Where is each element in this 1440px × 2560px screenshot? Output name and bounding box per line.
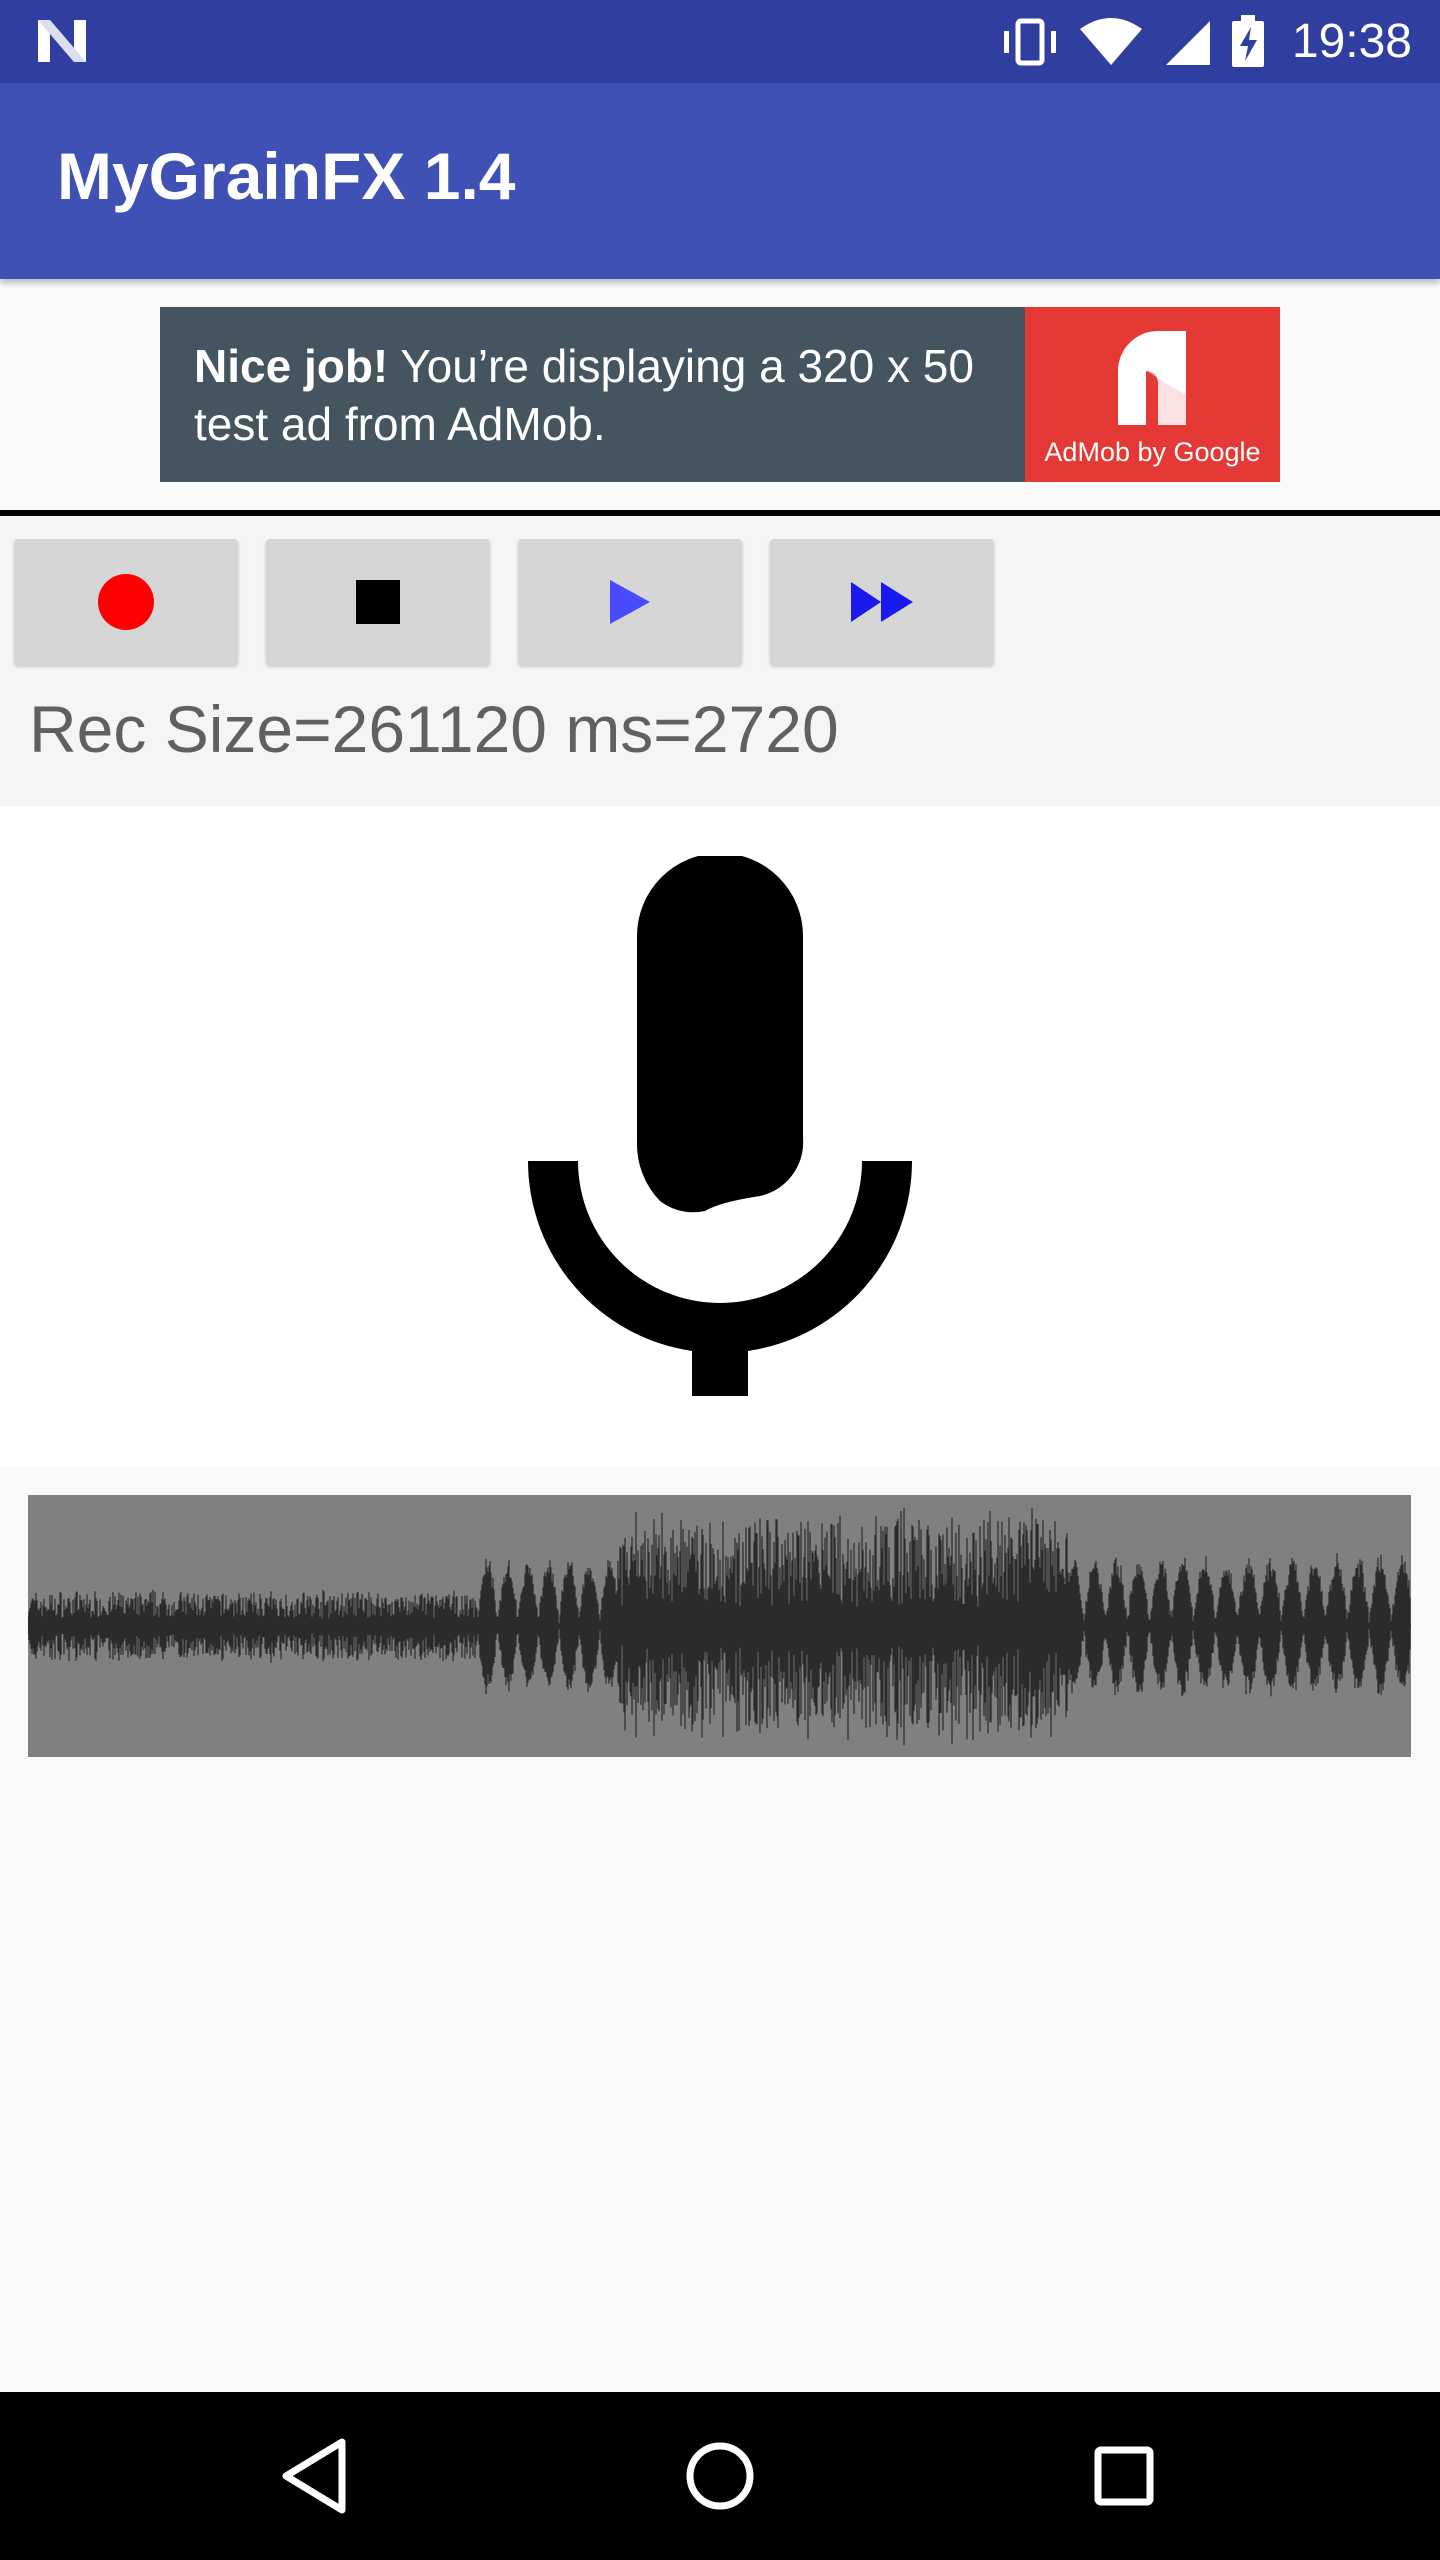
ad-text: Nice job! You’re displaying a 320 x 50 t… xyxy=(194,337,1014,453)
ad-brand-panel: AdMob by Google xyxy=(1025,307,1280,482)
app-bar: MyGrainFX 1.4 xyxy=(0,83,1440,279)
stop-square-icon xyxy=(356,580,400,624)
rec-info-text: Rec Size=261120 ms=2720 xyxy=(29,692,839,766)
fast-forward-icon xyxy=(851,582,913,622)
controls-panel: Rec Size=261120 ms=2720 xyxy=(0,516,1440,806)
app-title: MyGrainFX 1.4 xyxy=(57,139,516,213)
ad-banner[interactable]: Nice job! You’re displaying a 320 x 50 t… xyxy=(160,307,1280,482)
stop-button[interactable] xyxy=(266,539,490,665)
vibrate-icon xyxy=(1003,18,1056,65)
waveform-trace xyxy=(28,1508,1411,1746)
status-bar: 19:38 xyxy=(0,0,1440,83)
signal-icon xyxy=(1165,20,1210,65)
play-button[interactable] xyxy=(518,539,742,665)
ad-headline: Nice job! xyxy=(194,340,389,392)
record-dot-icon xyxy=(98,574,154,630)
admob-logo-icon xyxy=(1118,331,1186,425)
notification-n-icon xyxy=(38,20,86,62)
play-icon xyxy=(610,580,650,624)
wifi-icon xyxy=(1079,17,1142,65)
battery-charging-icon xyxy=(1231,14,1264,67)
back-icon[interactable] xyxy=(272,2432,360,2520)
recents-icon[interactable] xyxy=(1080,2432,1168,2520)
fast-forward-button[interactable] xyxy=(770,539,994,665)
microphone-icon[interactable] xyxy=(520,856,920,1396)
status-time: 19:38 xyxy=(1291,14,1412,68)
waveform-display[interactable] xyxy=(28,1495,1411,1757)
mic-area xyxy=(0,806,1440,1466)
ad-brand-text: AdMob by Google xyxy=(1044,437,1261,467)
record-button[interactable] xyxy=(14,539,238,665)
home-icon[interactable] xyxy=(676,2432,764,2520)
nav-bar xyxy=(0,2392,1440,2560)
